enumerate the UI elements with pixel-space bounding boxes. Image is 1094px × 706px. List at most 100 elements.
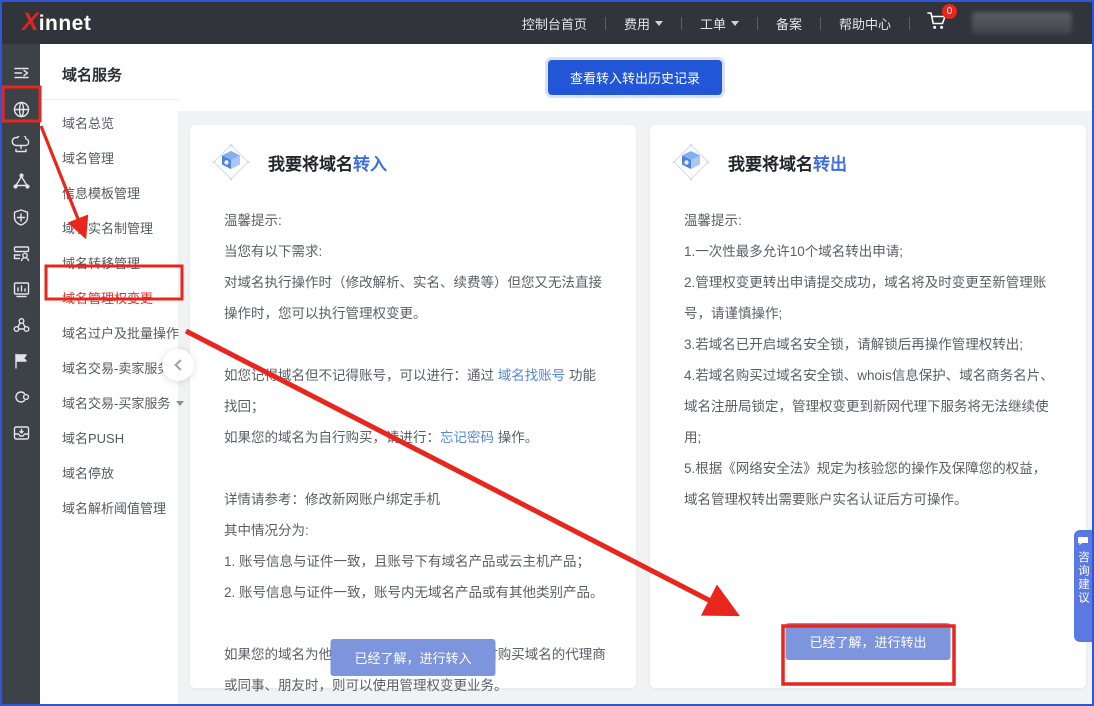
nav-label: 工单 [700, 14, 726, 33]
tip-line: 1. 账号信息与证件一致，且账号下有域名产品或云主机产品； [224, 546, 608, 577]
sidebar-item-label: 信息模板管理 [62, 176, 140, 211]
forgot-password-link[interactable]: 忘记密码 [440, 430, 494, 445]
transfer-out-tips: 温馨提示: 1.一次性最多允许10个域名转出申请; 2.管理权变更转出申请提交成… [684, 205, 1058, 515]
tip-line: 2. 账号信息与证件一致，账号内无域名产品或有其他类别产品。 [224, 577, 608, 608]
history-toolbar: 查看转入转出历史记录 [178, 44, 1092, 111]
tip-line: 对域名执行操作时（修改解析、实名、续费等）但您又无法直接操作时，您可以执行管理权… [224, 267, 608, 329]
transfer-in-header: 我要将域名转入 [212, 143, 608, 181]
sidebar-item-management-rights-change[interactable]: 域名管理权变更 [40, 281, 178, 316]
tip-line: 温馨提示: [684, 205, 1058, 236]
cube-icon [212, 143, 250, 181]
chart-board-icon[interactable] [2, 271, 40, 307]
chevron-down-icon [655, 21, 663, 26]
tip-line: 温馨提示: [224, 205, 608, 236]
nav-label: 帮助中心 [839, 14, 891, 33]
tip-text: 如您记得域名但不记得账号，可以进行：通过 [224, 368, 498, 383]
tip-line: 其中情况分为: [224, 515, 608, 546]
tip-line: 如您记得域名但不记得账号，可以进行：通过 域名找账号 功能找回； [224, 360, 608, 422]
sidebar-item-domain-parking[interactable]: 域名停放 [40, 456, 178, 491]
sidebar-collapse-button[interactable] [162, 349, 194, 381]
sidebar-item-label: 域名PUSH [62, 421, 124, 456]
proceed-transfer-out-button[interactable]: 已经了解，进行转出 [785, 623, 950, 660]
nav-label: 费用 [624, 14, 650, 33]
tip-line: 2.管理权变更转出申请提交成功，域名将及时变更至新管理账号，请谨慎操作; [684, 267, 1058, 329]
shield-icon[interactable] [2, 199, 40, 235]
icon-rail-sidebar [2, 44, 40, 704]
sidebar-item-trade-buyer[interactable]: 域名交易-买家服务 [40, 386, 178, 421]
domain-services-sidebar: 域名服务 域名总览 域名管理 信息模板管理 域名实名制管理 域名转移管理 域名管… [40, 44, 178, 704]
chevron-down-icon [731, 21, 739, 26]
main-content: 查看转入转出历史记录 我要将域名转入 温馨提示: 当您有以下需求: 对域名执行操… [178, 44, 1092, 704]
sidebar-item-dns-threshold[interactable]: 域名解析阈值管理 [40, 491, 178, 526]
sidebar-item-label: 域名过户及批量操作 [62, 316, 179, 351]
sidebar-item-label: 域名实名制管理 [62, 211, 153, 246]
globe-icon[interactable] [2, 91, 40, 127]
nav-icp-filing[interactable]: 备案 [758, 14, 820, 33]
cart-count-badge: 0 [942, 4, 957, 19]
sidebar-item-label: 域名管理 [62, 141, 114, 176]
transfer-out-card: 我要将域名转出 温馨提示: 1.一次性最多允许10个域名转出申请; 2.管理权变… [650, 125, 1086, 688]
cube-icon [672, 143, 710, 181]
view-transfer-history-button[interactable]: 查看转入转出历史记录 [548, 60, 722, 95]
find-account-by-domain-link[interactable]: 域名找账号 [498, 368, 566, 383]
tip-line: 当您有以下需求: [224, 236, 608, 267]
sidebar-item-trade-seller[interactable]: 域名交易-卖家服务 [40, 351, 178, 386]
sidebar-item-domain-management[interactable]: 域名管理 [40, 141, 178, 176]
nav-label: 备案 [776, 14, 802, 33]
tip-line: 如果您的域名为自行购买，请进行：忘记密码 操作。 [224, 422, 608, 453]
sidebar-divider [40, 99, 178, 100]
sidebar-item-label: 域名交易-买家服务 [62, 386, 170, 421]
title-prefix: 我要将域名 [728, 155, 813, 174]
title-accent: 转入 [353, 155, 387, 174]
sidebar-item-ownership-batch[interactable]: 域名过户及批量操作 [40, 316, 178, 351]
tip-line: 3.若域名已开启域名安全锁，请解锁后再操作管理权转出; [684, 329, 1058, 360]
logo-x-glyph: X [22, 10, 39, 35]
cluster-icon[interactable] [2, 307, 40, 343]
xinnet-logo[interactable]: Xinnet [22, 10, 91, 36]
nav-help-center[interactable]: 帮助中心 [821, 14, 909, 33]
sidebar-item-info-template[interactable]: 信息模板管理 [40, 176, 178, 211]
nav-divider [909, 17, 910, 30]
account-name-redacted[interactable] [972, 12, 1072, 34]
server-user-icon[interactable] [2, 235, 40, 271]
nav-work-orders[interactable]: 工单 [682, 14, 757, 33]
expand-menu-icon[interactable] [2, 55, 40, 91]
consult-feedback-tab[interactable]: 咨询建议 [1074, 530, 1092, 642]
sidebar-item-real-name[interactable]: 域名实名制管理 [40, 211, 178, 246]
tip-line: 1.一次性最多允许10个域名转出申请; [684, 236, 1058, 267]
sidebar-title: 域名服务 [40, 44, 178, 99]
transfer-out-title: 我要将域名转出 [728, 150, 847, 175]
top-navigation: 控制台首页 费用 工单 备案 帮助中心 0 [504, 11, 1072, 36]
node-triangle-icon[interactable] [2, 163, 40, 199]
cloud-network-icon[interactable] [2, 127, 40, 163]
sidebar-item-label: 域名转移管理 [62, 246, 140, 281]
nav-fees[interactable]: 费用 [606, 14, 681, 33]
sidebar-item-label: 域名停放 [62, 456, 114, 491]
sidebar-item-domain-transfer[interactable]: 域名转移管理 [40, 246, 178, 281]
sidebar-item-label: 域名交易-卖家服务 [62, 351, 170, 386]
logo-text: innet [39, 12, 92, 36]
transfer-out-header: 我要将域名转出 [672, 143, 1058, 181]
transfer-in-title: 我要将域名转入 [268, 150, 387, 175]
inbox-icon[interactable] [2, 415, 40, 451]
link-icon[interactable] [2, 379, 40, 415]
nav-label: 控制台首页 [522, 14, 587, 33]
consult-tab-label: 咨询建议 [1075, 551, 1091, 605]
sidebar-item-label: 域名总览 [62, 106, 114, 141]
sidebar-item-domain-push[interactable]: 域名PUSH [40, 421, 178, 456]
cart-button[interactable]: 0 [926, 11, 948, 36]
nav-console-home[interactable]: 控制台首页 [504, 14, 605, 33]
sidebar-item-label: 域名解析阈值管理 [62, 491, 166, 526]
tip-line: 5.根据《网络安全法》规定为核验您的操作及保障您的权益，域名管理权转出需要账户实… [684, 453, 1058, 515]
tip-text: 如果您的域名为自行购买，请进行： [224, 430, 440, 445]
speech-bubble-icon [1077, 536, 1089, 546]
transfer-in-tips: 温馨提示: 当您有以下需求: 对域名执行操作时（修改解析、实名、续费等）但您又无… [224, 205, 608, 701]
sidebar-item-domain-overview[interactable]: 域名总览 [40, 106, 178, 141]
proceed-transfer-in-button[interactable]: 已经了解，进行转入 [330, 639, 495, 676]
chevron-down-icon [176, 401, 184, 406]
chevron-left-icon [174, 359, 185, 370]
flag-icon[interactable] [2, 343, 40, 379]
tip-line: 4.若域名购买过域名安全锁、whois信息保护、域名商务名片、域名注册局锁定，管… [684, 360, 1058, 453]
title-prefix: 我要将域名 [268, 155, 353, 174]
title-accent: 转出 [813, 155, 847, 174]
